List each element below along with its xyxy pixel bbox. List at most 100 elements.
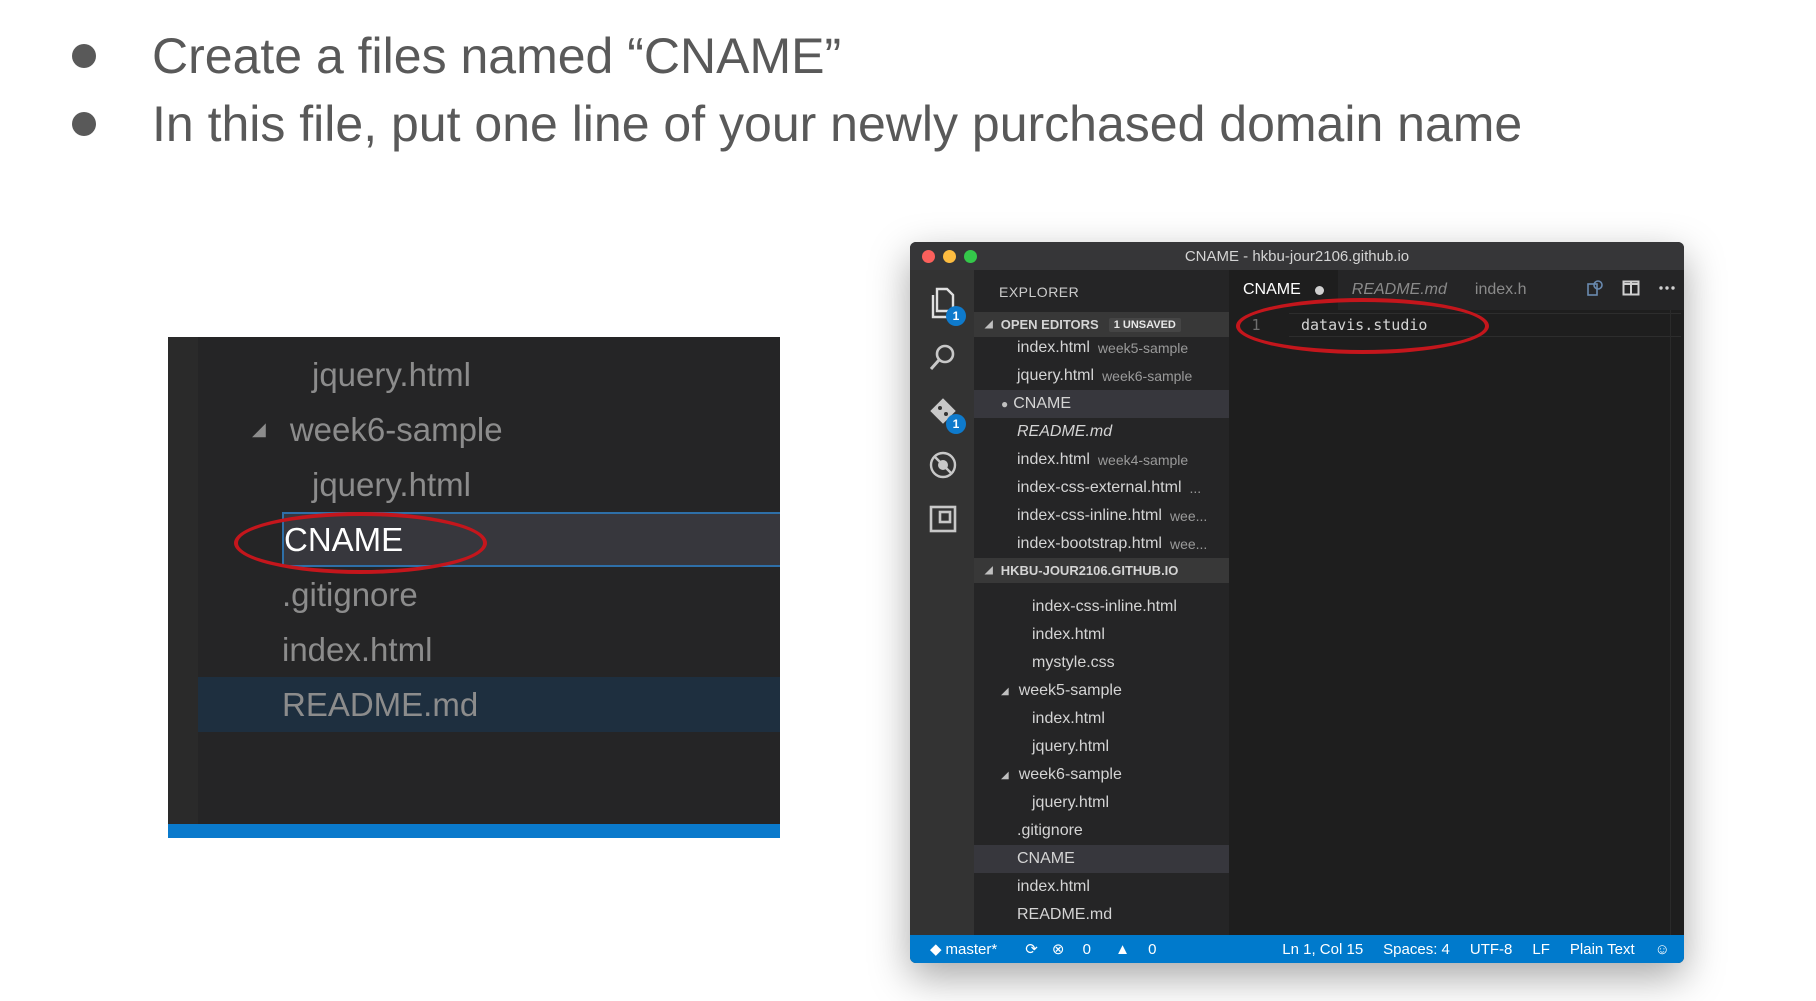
open-editor-item-active[interactable]: ● CNAME: [974, 390, 1229, 418]
open-changes-icon[interactable]: [1586, 279, 1604, 302]
debug-icon[interactable]: [926, 448, 960, 482]
item-label: README.md: [1017, 423, 1113, 440]
collapse-triangle-icon: ◢: [1001, 685, 1009, 697]
open-editor-item[interactable]: index-css-external.html ...: [974, 474, 1229, 502]
item-label: .gitignore: [1017, 822, 1083, 839]
files-icon[interactable]: 1: [926, 286, 966, 326]
git-branch-icon: ◆: [930, 941, 942, 958]
git-badge: 1: [946, 414, 966, 434]
folder-file-item[interactable]: index.html: [974, 873, 1229, 901]
maximize-window-icon[interactable]: [964, 250, 977, 263]
zoom-file-item-hover[interactable]: README.md: [198, 677, 780, 732]
item-desc: wee...: [1169, 508, 1208, 524]
vscode-window: CNAME - hkbu-jour2106.github.io 1 1 EXPL…: [910, 242, 1684, 963]
zoom-file-item[interactable]: jquery.html: [198, 347, 780, 402]
close-window-icon[interactable]: [922, 250, 935, 263]
zoom-file-label: jquery.html: [312, 465, 471, 503]
status-left: ◆ master* ⟳ ⊗ 0 ▲ 0: [930, 940, 1184, 958]
editor-scrollbar[interactable]: [1670, 310, 1684, 935]
cursor-position[interactable]: Ln 1, Col 15: [1282, 941, 1363, 958]
bullet-dot-icon: [72, 112, 96, 136]
folder-file-item[interactable]: jquery.html: [974, 733, 1229, 761]
tab-label: CNAME: [1243, 281, 1301, 298]
folder-file-item[interactable]: index.html: [974, 621, 1229, 649]
collapse-triangle-icon: ◢: [1001, 769, 1009, 781]
folder-subfolder-item[interactable]: ◢ week5-sample: [974, 677, 1229, 705]
zoomed-explorer-screenshot: jquery.html ◢ week6-sample jquery.html C…: [168, 337, 780, 838]
unsaved-badge: 1 UNSAVED: [1108, 317, 1181, 332]
line-ending[interactable]: LF: [1532, 941, 1550, 958]
more-actions-icon[interactable]: [1658, 279, 1676, 302]
zoom-file-label: README.md: [282, 685, 479, 723]
item-desc: week6-sample: [1102, 368, 1193, 384]
editor-area: CNAME README.md index.h 1 datavis.studio: [1229, 270, 1684, 935]
extensions-icon[interactable]: [926, 502, 960, 536]
folder-subfolder-item[interactable]: ◢ week6-sample: [974, 761, 1229, 789]
item-label: index.html: [1017, 878, 1090, 895]
window-title: CNAME - hkbu-jour2106.github.io: [1184, 247, 1410, 265]
collapse-triangle-icon: ◢: [985, 565, 993, 576]
tab-index[interactable]: index.h: [1461, 270, 1541, 310]
zoom-file-label: index.html: [282, 630, 433, 668]
zoom-file-label: jquery.html: [312, 355, 471, 393]
section-label: HKBU-JOUR2106.GITHUB.IO: [1000, 563, 1179, 578]
folder-file-item[interactable]: README.md: [974, 901, 1229, 929]
highlight-ring: [1236, 298, 1489, 354]
branch-label: master*: [945, 941, 998, 958]
split-editor-icon[interactable]: [1622, 279, 1640, 302]
error-count: 0: [1082, 941, 1091, 958]
folder-file-item[interactable]: index.html: [974, 705, 1229, 733]
item-label: CNAME: [1013, 395, 1072, 412]
sync-icon[interactable]: ⟳: [1025, 940, 1038, 958]
item-desc: ...: [1189, 480, 1202, 496]
item-desc: week5-sample: [1097, 340, 1189, 356]
sidebar-title: EXPLORER: [999, 284, 1080, 300]
minimize-window-icon[interactable]: [943, 250, 956, 263]
zoom-file-label: .gitignore: [282, 575, 418, 613]
problems-item[interactable]: ⊗ 0 ▲ 0: [1052, 940, 1171, 958]
tab-label: README.md: [1351, 281, 1447, 298]
folder-file-item[interactable]: .gitignore: [974, 817, 1229, 845]
zoom-file-item[interactable]: index.html: [198, 622, 780, 677]
open-editor-item[interactable]: index.html week5-sample: [974, 334, 1229, 362]
folder-header[interactable]: ◢ HKBU-JOUR2106.GITHUB.IO: [974, 558, 1229, 583]
zoom-activity-gutter: [168, 337, 198, 838]
open-editor-item[interactable]: jquery.html week6-sample: [974, 362, 1229, 390]
folder-file-item[interactable]: mystyle.css: [974, 649, 1229, 677]
zoom-file-item[interactable]: .gitignore: [198, 567, 780, 622]
item-label: index-css-inline.html: [1032, 598, 1177, 615]
item-label: jquery.html: [1017, 367, 1095, 384]
item-label: index-bootstrap.html: [1017, 535, 1162, 552]
encoding[interactable]: UTF-8: [1470, 941, 1513, 958]
feedback-smiley-icon[interactable]: ☺: [1655, 941, 1670, 958]
zoom-folder-item[interactable]: ◢ week6-sample: [198, 402, 780, 457]
open-editor-item[interactable]: index-bootstrap.html wee...: [974, 530, 1229, 558]
tab-label: index.h: [1474, 281, 1527, 298]
git-icon[interactable]: 1: [926, 394, 966, 434]
section-label: OPEN EDITORS: [1000, 317, 1099, 332]
unsaved-dot-icon[interactable]: [1314, 285, 1324, 295]
open-editor-item[interactable]: index-css-inline.html wee...: [974, 502, 1229, 530]
status-right: Ln 1, Col 15 Spaces: 4 UTF-8 LF Plain Te…: [1262, 941, 1670, 958]
bullet-dot-icon: [72, 44, 96, 68]
window-controls: [922, 250, 977, 263]
zoom-file-item[interactable]: jquery.html: [198, 457, 780, 512]
item-label: index.html: [1017, 451, 1090, 468]
folder-file-item[interactable]: jquery.html: [974, 789, 1229, 817]
explorer-badge: 1: [946, 306, 966, 326]
open-editor-item[interactable]: index.html week4-sample: [974, 446, 1229, 474]
search-icon[interactable]: [926, 340, 960, 374]
folder-file-item-selected[interactable]: CNAME: [974, 845, 1229, 873]
open-editor-item[interactable]: README.md: [974, 418, 1229, 446]
indentation[interactable]: Spaces: 4: [1383, 941, 1450, 958]
activity-bar: 1 1: [910, 270, 974, 935]
item-desc: week4-sample: [1097, 452, 1189, 468]
item-desc: wee...: [1169, 536, 1208, 552]
item-label: CNAME: [1017, 850, 1075, 867]
language-mode[interactable]: Plain Text: [1570, 941, 1635, 958]
bullet-text: In this file, put one line of your newly…: [152, 96, 1523, 152]
bullet-item: In this file, put one line of your newly…: [66, 90, 1522, 158]
item-label: week6-sample: [1018, 766, 1122, 783]
branch-item[interactable]: ◆ master*: [930, 940, 1011, 958]
folder-file-item[interactable]: index-css-inline.html: [974, 593, 1229, 621]
